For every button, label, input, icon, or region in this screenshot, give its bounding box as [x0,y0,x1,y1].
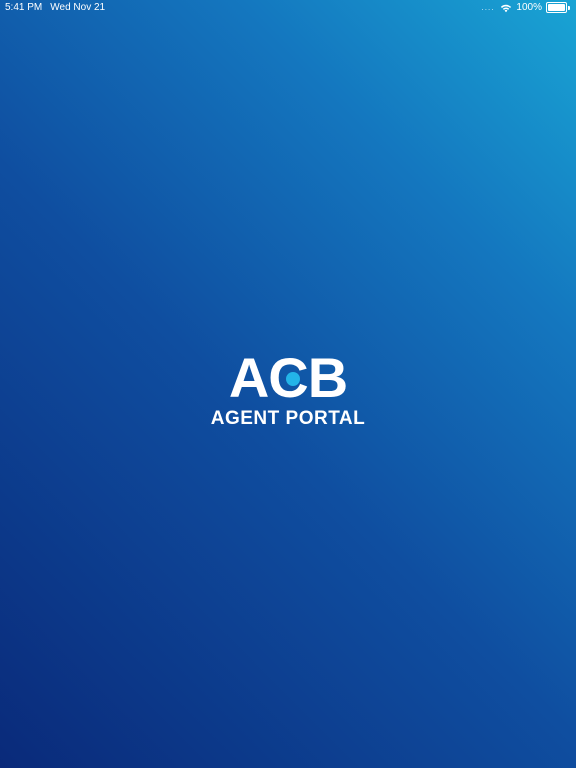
wifi-icon [501,4,512,12]
status-left: 5:41 PM Wed Nov 21 [5,2,105,13]
logo-subtitle: AGENT PORTAL [210,408,366,429]
logo-dot-icon [285,372,300,386]
battery-tip [568,5,570,10]
logo-letter-a: A [228,346,269,409]
logo-mark: A C B [228,346,348,409]
logo-letter-b: B [307,346,348,409]
status-date: Wed Nov 21 [50,2,106,13]
status-right: .... 100% [482,2,570,13]
battery-percent: 100% [516,2,542,13]
logo-letter-c-wrapper: C [268,350,308,406]
status-time: 5:41 PM [5,2,43,13]
signal-icon: .... [481,3,495,12]
battery-icon [546,2,570,13]
app-logo: A C B AGENT PORTAL [0,350,576,430]
battery-fill [548,4,565,11]
battery-body [546,2,567,13]
status-bar: 5:41 PM Wed Nov 21 .... 100% [0,0,576,16]
